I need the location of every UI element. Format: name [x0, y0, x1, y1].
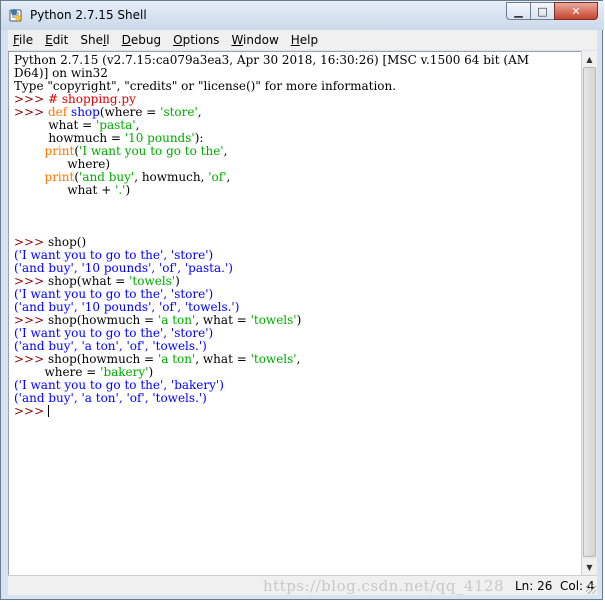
minimize-icon: ▁ — [514, 4, 523, 18]
menu-bar: File Edit Shell Debug Options Window Hel… — [8, 30, 597, 50]
menu-window[interactable]: Window — [226, 33, 283, 47]
close-icon: ✕ — [571, 4, 581, 18]
window-title: Python 2.7.15 Shell — [30, 8, 147, 22]
scrollbar-thumb[interactable] — [583, 67, 596, 557]
watermark-text: https://blog.csdn.net/qq_4128 — [263, 577, 505, 595]
line-number-status: Ln: 26 — [515, 579, 553, 593]
maximize-button[interactable]: □ — [530, 2, 555, 20]
output-line: ('and buy', 'a ton', 'of', 'towels.') — [14, 391, 207, 405]
python-idle-icon — [9, 9, 22, 22]
title-bar[interactable]: Python 2.7.15 Shell ▁ □ ✕ — [1, 1, 604, 30]
shell-line: what + '.') — [14, 183, 131, 197]
text-cursor — [47, 405, 49, 417]
resize-grip-icon[interactable] — [586, 584, 596, 594]
chevron-down-icon: ▼ — [586, 562, 593, 572]
shell-text-area[interactable]: Python 2.7.15 (v2.7.15:ca079a3ea3, Apr 3… — [8, 51, 581, 575]
minimize-button[interactable]: ▁ — [506, 2, 531, 20]
menu-options[interactable]: Options — [168, 33, 224, 47]
menu-debug[interactable]: Debug — [117, 33, 166, 47]
chevron-up-icon: ▲ — [586, 54, 593, 64]
close-button[interactable]: ✕ — [554, 2, 598, 20]
menu-file[interactable]: File — [8, 33, 38, 47]
idle-shell-window: Python 2.7.15 Shell ▁ □ ✕ File Edit Shel… — [0, 0, 604, 600]
menu-edit[interactable]: Edit — [40, 33, 73, 47]
current-prompt-line[interactable]: >>> — [14, 405, 581, 418]
window-controls: ▁ □ ✕ — [506, 2, 598, 21]
menu-shell[interactable]: Shell — [75, 33, 114, 47]
menu-help[interactable]: Help — [286, 33, 323, 47]
scroll-down-button[interactable]: ▼ — [582, 559, 597, 575]
scroll-up-button[interactable]: ▲ — [582, 51, 597, 67]
status-bar: https://blog.csdn.net/qq_4128 Ln: 26 Col… — [8, 575, 597, 595]
vertical-scrollbar[interactable]: ▲ ▼ — [581, 51, 597, 575]
maximize-icon: □ — [537, 4, 548, 18]
